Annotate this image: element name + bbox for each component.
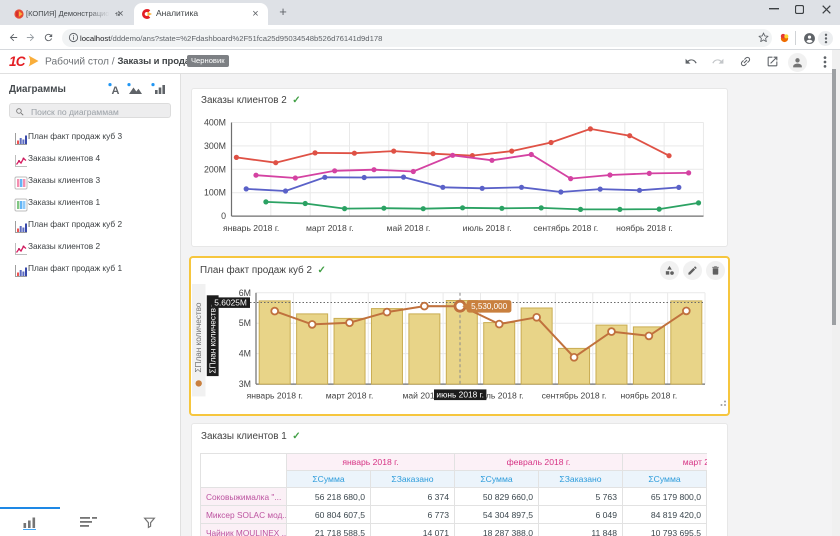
- svg-text:март 2018 г.: март 2018 г.: [326, 390, 374, 400]
- svg-text:5M: 5M: [239, 318, 251, 328]
- svg-text:0: 0: [221, 211, 226, 221]
- svg-text:январь 2018 г.: январь 2018 г.: [223, 223, 279, 233]
- svg-text:6M: 6M: [239, 287, 251, 297]
- svg-text:ΣПлан количество: ΣПлан количество: [194, 302, 203, 372]
- svg-text:300M: 300M: [204, 141, 226, 151]
- svg-text:4M: 4M: [239, 348, 251, 358]
- svg-text:ноябрь 2018 г.: ноябрь 2018 г.: [616, 223, 673, 233]
- svg-text:A: A: [112, 85, 120, 95]
- svg-text:5.6025M: 5.6025M: [214, 297, 247, 307]
- svg-text:5,530,000: 5,530,000: [471, 302, 508, 311]
- svg-text:3M: 3M: [239, 379, 251, 389]
- svg-text:сентябрь 2018 г.: сентябрь 2018 г.: [542, 390, 607, 400]
- svg-text:март 2018 г.: март 2018 г.: [306, 223, 354, 233]
- svg-text:ноябрь 2018 г.: ноябрь 2018 г.: [621, 390, 678, 400]
- svg-text:июль 2018 г.: июль 2018 г.: [463, 223, 512, 233]
- svg-text:январь 2018 г.: январь 2018 г.: [247, 390, 303, 400]
- svg-text:100M: 100M: [204, 188, 226, 198]
- svg-text:ΣПлан количестве: ΣПлан количестве: [209, 303, 218, 373]
- svg-text:май 2018 г.: май 2018 г.: [387, 223, 431, 233]
- svg-text:400M: 400M: [204, 118, 226, 128]
- svg-text:200M: 200M: [204, 164, 226, 174]
- svg-text:сентябрь 2018 г.: сентябрь 2018 г.: [533, 223, 598, 233]
- svg-text:июнь 2018 г.: июнь 2018 г.: [436, 389, 484, 399]
